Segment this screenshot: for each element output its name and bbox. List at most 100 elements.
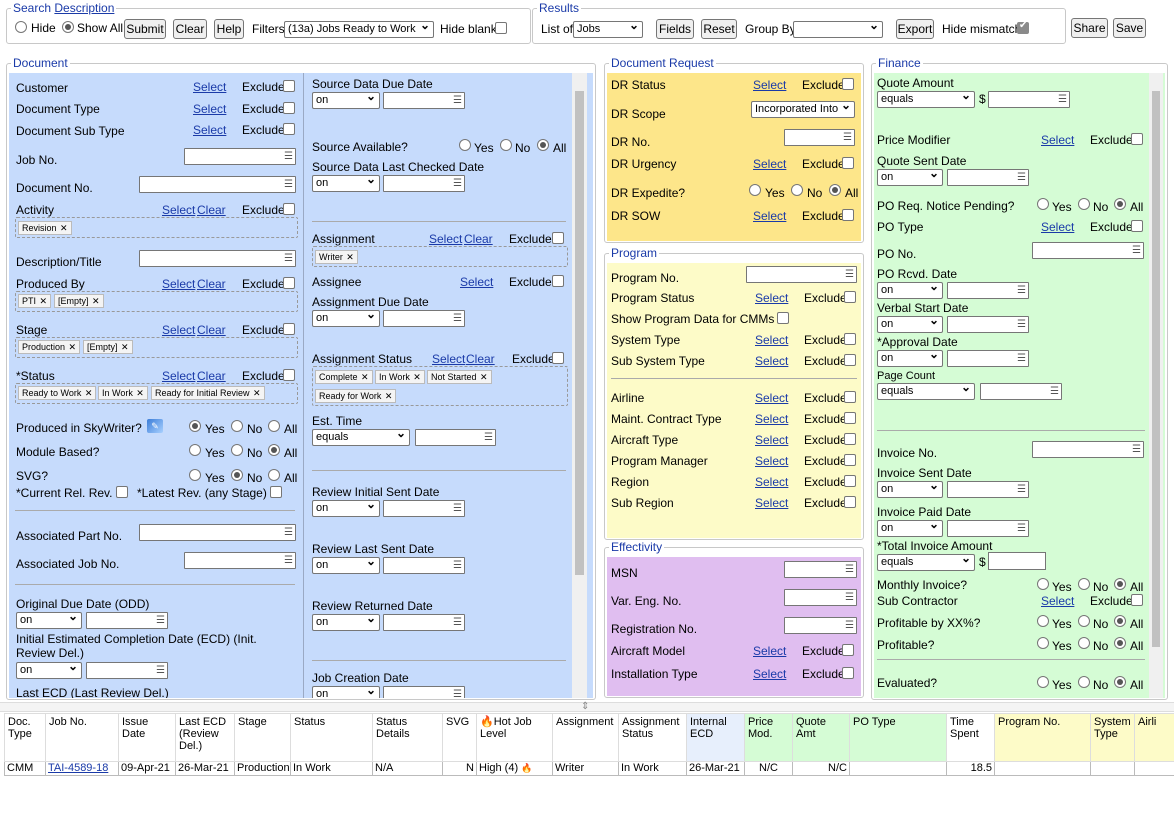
job-creation-input[interactable] (383, 686, 465, 698)
stage-clear-link[interactable]: Clear (197, 323, 226, 337)
status-exclude-checkbox[interactable] (283, 369, 295, 381)
document-sub-type-select-link[interactable]: Select (193, 123, 226, 137)
assignment-exclude-checkbox[interactable] (552, 232, 564, 244)
program-status-select-link[interactable]: Select (755, 291, 788, 305)
stage-exclude-checkbox[interactable] (283, 323, 295, 335)
filters-select[interactable]: (13a) Jobs Ready to Work (284, 21, 434, 38)
assignment-due-op-select[interactable]: on (312, 310, 380, 327)
quote-amount-input[interactable] (988, 91, 1070, 108)
activity-tag[interactable]: Revision (18, 221, 72, 235)
status-tag[interactable]: Ready to Work (18, 386, 97, 400)
activity-exclude-checkbox[interactable] (283, 203, 295, 215)
share-button[interactable]: Share (1071, 18, 1108, 38)
system-type-select-link[interactable]: Select (755, 333, 788, 347)
po-no-input[interactable] (1032, 242, 1144, 259)
source-available-all-radio[interactable] (537, 139, 549, 151)
current-rel-rev-checkbox[interactable] (116, 486, 128, 498)
quote-sent-input[interactable] (947, 169, 1029, 186)
po-rcvd-input[interactable] (947, 282, 1029, 299)
source-available-yes-radio[interactable] (459, 139, 471, 151)
approval-input[interactable] (947, 350, 1029, 367)
program-status-exclude-checkbox[interactable] (844, 291, 856, 303)
col-issue-date[interactable]: Issue Date (118, 713, 176, 762)
activity-select-link[interactable]: Select (162, 203, 195, 217)
profitable-by-no-radio[interactable] (1078, 615, 1090, 627)
monthly-invoice-all-radio[interactable] (1114, 578, 1126, 590)
program-manager-exclude-checkbox[interactable] (844, 454, 856, 466)
review-initial-sent-op-select[interactable]: on (312, 500, 380, 517)
col-program-no[interactable]: Program No. (994, 713, 1091, 762)
col-status[interactable]: Status (290, 713, 373, 762)
col-internal-ecd[interactable]: Internal ECD (686, 713, 745, 762)
dr-expedite-no-radio[interactable] (791, 184, 803, 196)
status-tag[interactable]: In Work (98, 386, 148, 400)
produced-by-clear-link[interactable]: Clear (197, 277, 226, 291)
fields-button[interactable]: Fields (656, 19, 694, 39)
po-rcvd-op-select[interactable]: on (877, 282, 943, 299)
profitable-no-radio[interactable] (1078, 637, 1090, 649)
document-no-input[interactable] (139, 176, 296, 193)
hide-blank-checkbox[interactable] (495, 22, 507, 34)
aircraft-type-select-link[interactable]: Select (755, 433, 788, 447)
quote-amount-op-select[interactable]: equals (877, 91, 975, 108)
price-modifier-select-link[interactable]: Select (1041, 133, 1074, 147)
submit-button[interactable]: Submit (124, 19, 166, 39)
region-select-link[interactable]: Select (755, 475, 788, 489)
col-assignment[interactable]: Assignment (552, 713, 619, 762)
monthly-invoice-no-radio[interactable] (1078, 578, 1090, 590)
col-status-details[interactable]: Status Details (372, 713, 443, 762)
export-button[interactable]: Export (896, 19, 934, 39)
price-modifier-exclude-checkbox[interactable] (1131, 133, 1143, 145)
job-no-link[interactable]: TAI-4589-18 (48, 762, 108, 774)
assignment-status-tag[interactable]: Ready for Work (315, 389, 397, 403)
approval-op-select[interactable]: on (877, 350, 943, 367)
latest-rev-checkbox[interactable] (270, 486, 282, 498)
original-due-date-input[interactable] (86, 612, 168, 629)
dr-sow-exclude-checkbox[interactable] (842, 209, 854, 221)
assignment-select-link[interactable]: Select (429, 232, 462, 246)
activity-clear-link[interactable]: Clear (197, 203, 226, 217)
review-last-sent-input[interactable] (383, 557, 465, 574)
po-type-select-link[interactable]: Select (1041, 220, 1074, 234)
source-last-checked-input[interactable] (383, 175, 465, 192)
initial-ecd-op-select[interactable]: on (16, 662, 82, 679)
save-button[interactable]: Save (1113, 18, 1146, 38)
produced-by-tag[interactable]: PTI (18, 294, 52, 308)
quote-sent-op-select[interactable]: on (877, 169, 943, 186)
invoice-sent-op-select[interactable]: on (877, 481, 943, 498)
source-data-due-op-select[interactable]: on (312, 92, 380, 109)
monthly-invoice-yes-radio[interactable] (1037, 578, 1049, 590)
sub-system-type-select-link[interactable]: Select (755, 354, 788, 368)
group-by-select[interactable] (793, 21, 883, 38)
region-exclude-checkbox[interactable] (844, 475, 856, 487)
assignee-select-link[interactable]: Select (460, 275, 493, 289)
installation-type-select-link[interactable]: Select (753, 667, 786, 681)
col-hot-job-level[interactable]: 🔥Hot Job Level (476, 713, 553, 762)
total-invoice-input[interactable] (988, 552, 1046, 570)
splitter-grip-icon[interactable]: ⇕ (581, 701, 589, 713)
description-title-input[interactable] (139, 250, 296, 267)
page-count-op-select[interactable]: equals (877, 383, 975, 400)
dr-urgency-select-link[interactable]: Select (753, 157, 786, 171)
document-type-exclude-checkbox[interactable] (283, 102, 295, 114)
svg-no-radio[interactable] (231, 469, 243, 481)
assignment-status-clear-link[interactable]: Clear (466, 352, 495, 366)
msn-input[interactable] (784, 561, 857, 578)
col-quote-amt[interactable]: Quote Amt (792, 713, 850, 762)
po-req-no-radio[interactable] (1078, 198, 1090, 210)
po-req-yes-radio[interactable] (1037, 198, 1049, 210)
assignee-exclude-checkbox[interactable] (552, 275, 564, 287)
hide-mismatch-checkbox[interactable] (1017, 20, 1029, 34)
installation-type-exclude-checkbox[interactable] (842, 667, 854, 679)
dr-expedite-yes-radio[interactable] (749, 184, 761, 196)
profitable-all-radio[interactable] (1114, 637, 1126, 649)
reset-button[interactable]: Reset (701, 19, 737, 39)
profitable-yes-radio[interactable] (1037, 637, 1049, 649)
assignment-tag[interactable]: Writer (315, 250, 358, 264)
program-no-input[interactable] (746, 266, 857, 283)
evaluated-no-radio[interactable] (1078, 676, 1090, 688)
sub-region-exclude-checkbox[interactable] (844, 496, 856, 508)
customer-select-link[interactable]: Select (193, 80, 226, 94)
profitable-by-yes-radio[interactable] (1037, 615, 1049, 627)
profitable-by-all-radio[interactable] (1114, 615, 1126, 627)
